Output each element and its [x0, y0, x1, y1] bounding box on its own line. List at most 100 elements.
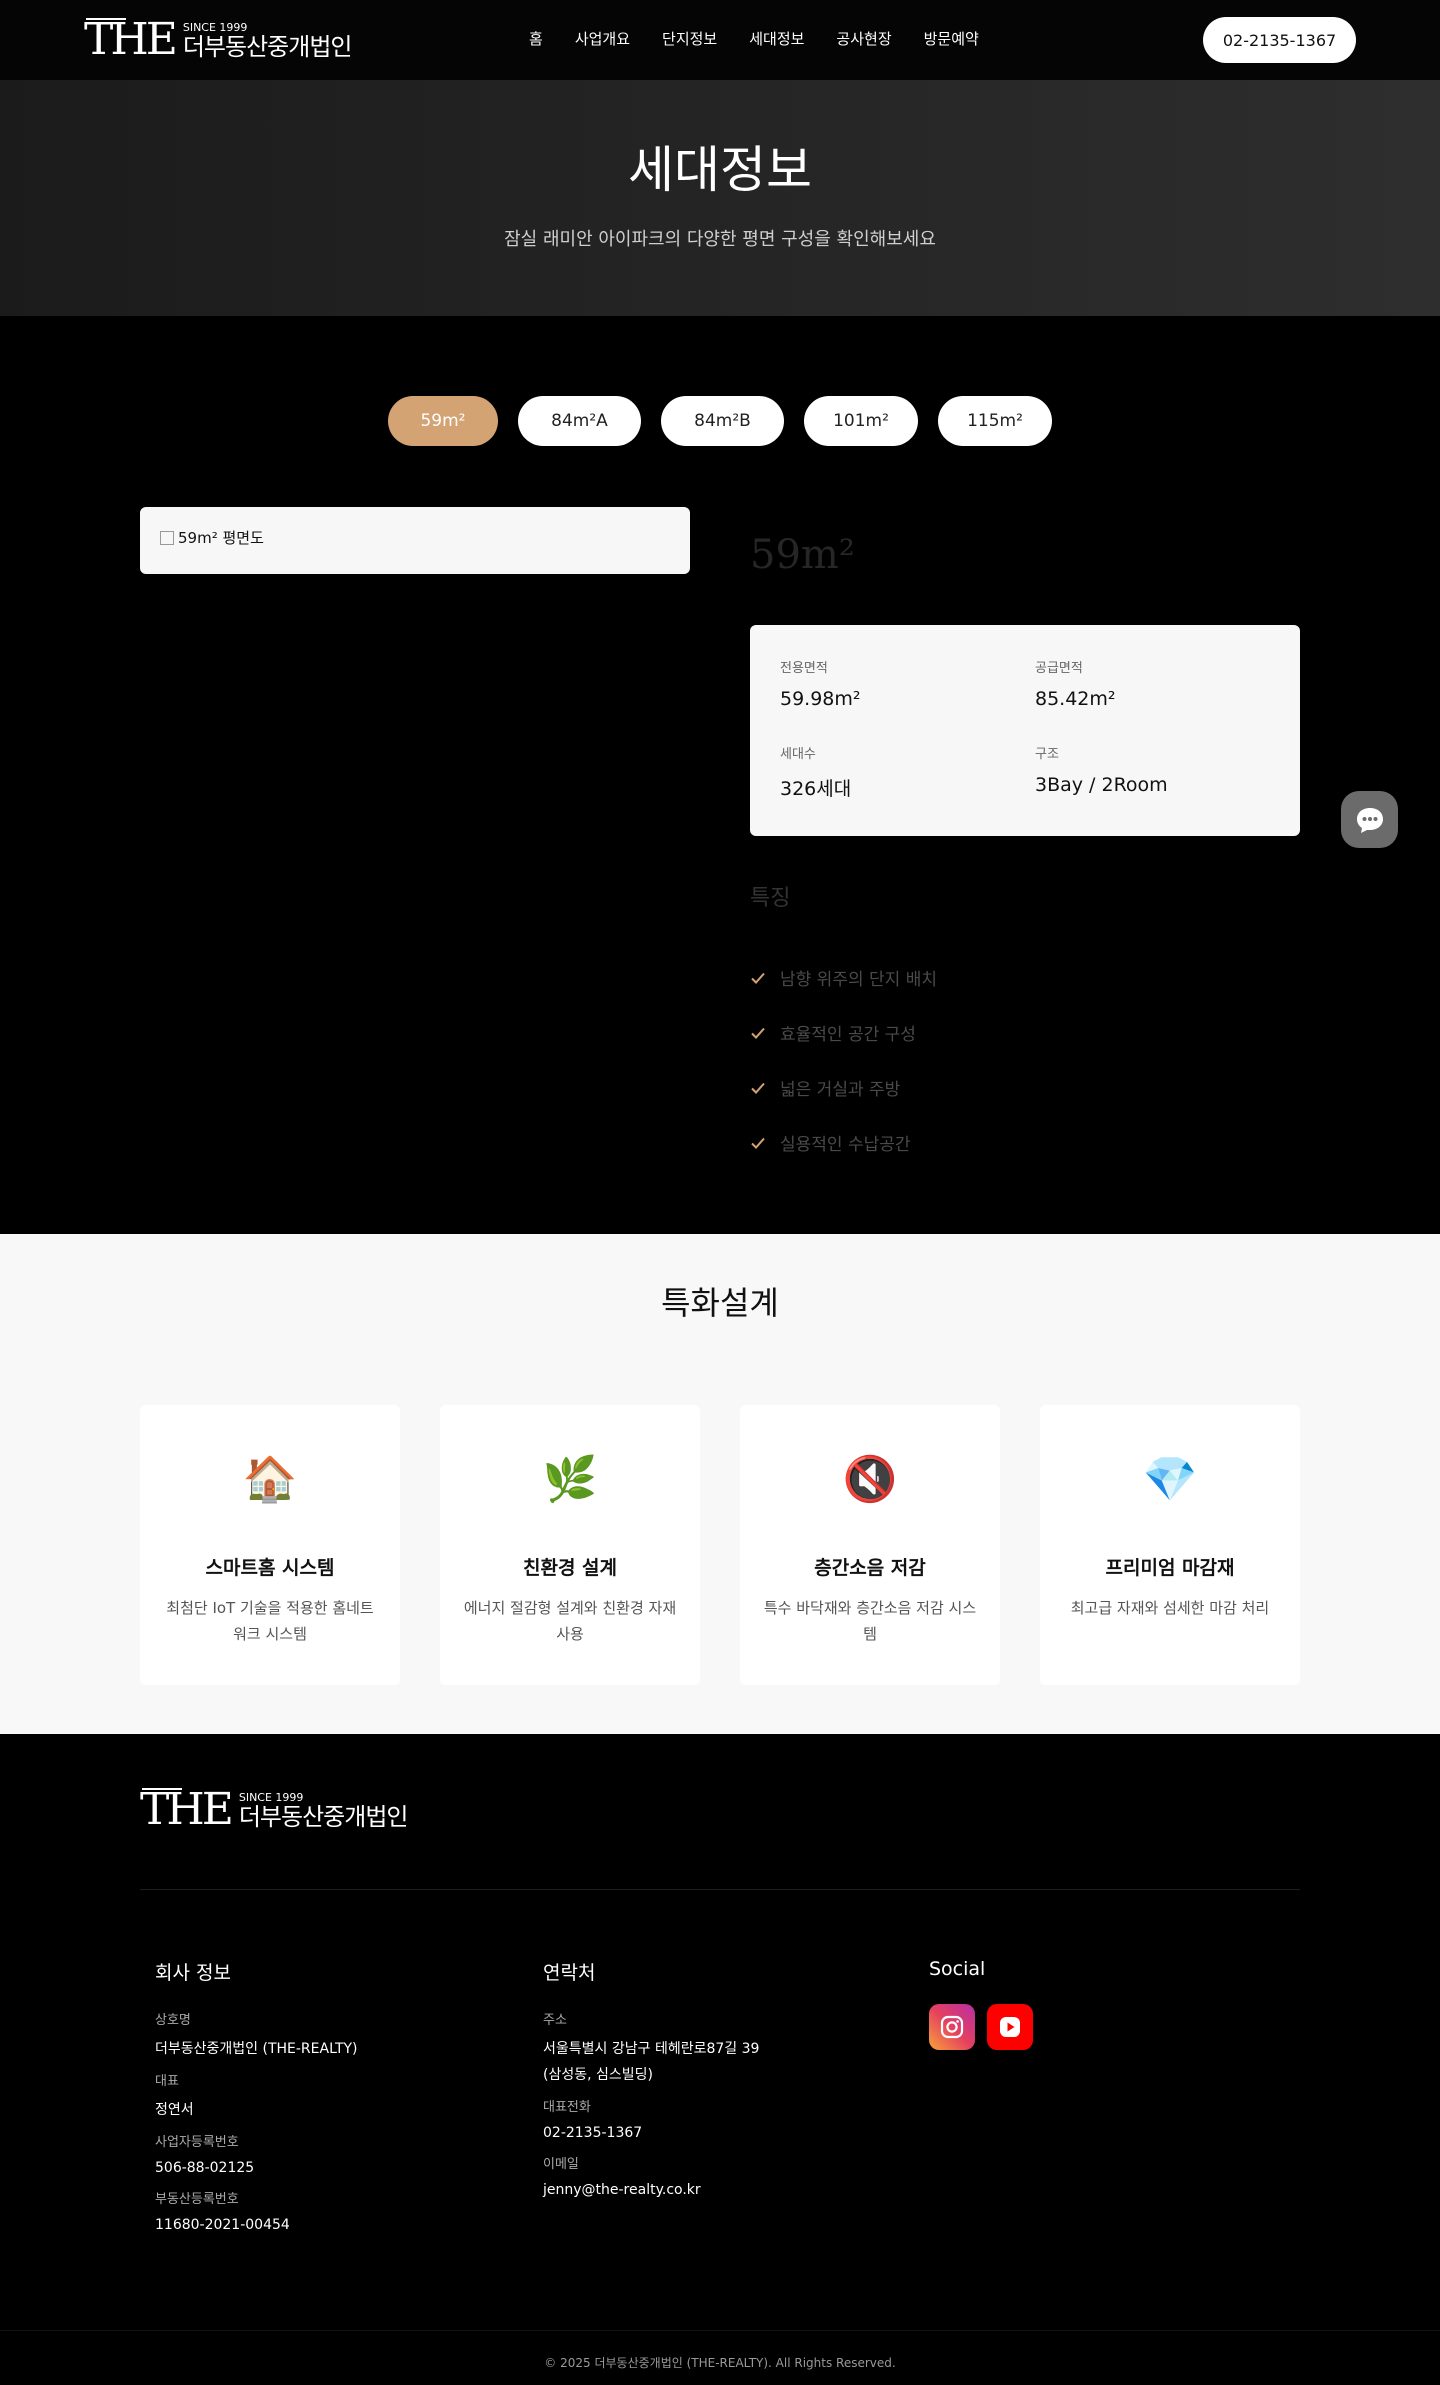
- tel-number[interactable]: 02-2135-1367: [543, 2125, 759, 2141]
- address-line-1: 서울특별시 강남구 테헤란로87길 39: [543, 2041, 760, 2057]
- floor-plan-alt: 59m² 평면도: [178, 529, 264, 547]
- check-icon: [751, 1082, 765, 1094]
- unit-type-title: 59m²: [750, 532, 855, 578]
- nav-construction[interactable]: 공사현장: [836, 28, 891, 49]
- logo[interactable]: THE SINCE 1999 더부동산중개법인: [84, 14, 353, 65]
- spec-value: 59.98m²: [780, 688, 861, 710]
- feature-card-noise: 🔇 층간소음 저감 특수 바닥재와 층간소음 저감 시스템: [740, 1405, 1000, 1685]
- ceo-label: 대표: [155, 2074, 179, 2089]
- tab-115[interactable]: 115m²: [938, 396, 1052, 446]
- feature-text: 실용적인 수납공간: [780, 1135, 911, 1155]
- footer-divider: [140, 1889, 1300, 1890]
- check-icon: [751, 972, 765, 984]
- spec-label: 세대수: [780, 747, 816, 762]
- features-list: 남향 위주의 단지 배치 효율적인 공간 구성 넓은 거실과 주방 실용적인 수…: [750, 950, 937, 1170]
- social-title: Social: [929, 1958, 986, 1980]
- spec-label: 구조: [1035, 747, 1059, 762]
- nav-complex-info[interactable]: 단지정보: [662, 28, 717, 49]
- page-title: 세대정보: [628, 141, 812, 199]
- feature-card-eco: 🌿 친환경 설계 에너지 절감형 설계와 친환경 자재 사용: [440, 1405, 700, 1685]
- tel-label: 대표전화: [543, 2100, 591, 2115]
- logo-mark: THE: [140, 1784, 234, 1835]
- nav-overview[interactable]: 사업개요: [575, 28, 630, 49]
- spec-households: 세대수 326세대: [780, 743, 851, 801]
- spec-value: 85.42m²: [1035, 688, 1116, 710]
- chat-button[interactable]: [1341, 791, 1398, 848]
- spec-label: 공급면적: [1035, 661, 1083, 676]
- card-title: 스마트홈 시스템: [205, 1557, 335, 1579]
- footer-logo[interactable]: THE SINCE 1999 더부동산중개법인: [140, 1784, 409, 1835]
- special-design-title: 특화설계: [661, 1284, 779, 1322]
- logo-name: 더부동산중개법인: [238, 1803, 409, 1831]
- feature-card-smarthome: 🏠 스마트홈 시스템 최첨단 IoT 기술을 적용한 홈네트워크 시스템: [140, 1405, 400, 1685]
- page-subtitle: 잠실 래미안 아이파크의 다양한 평면 구성을 확인해보세요: [504, 229, 936, 250]
- address-label: 주소: [543, 2013, 567, 2028]
- copyright: © 2025 더부동산중개법인 (THE-REALTY). All Rights…: [544, 2356, 896, 2370]
- muted-speaker-icon: 🔇: [842, 1454, 898, 1505]
- card-description: 특수 바닥재와 층간소음 저감 시스템: [763, 1599, 977, 1643]
- youtube-icon[interactable]: [987, 2004, 1033, 2050]
- special-design-section: 특화설계 🏠 스마트홈 시스템 최첨단 IoT 기술을 적용한 홈네트워크 시스…: [0, 1234, 1440, 1734]
- business-number-label: 사업자등록번호: [155, 2135, 239, 2150]
- gem-icon: 💎: [1142, 1454, 1198, 1505]
- feature-item: 남향 위주의 단지 배치: [750, 950, 937, 1005]
- footer-bottom-divider: [0, 2330, 1440, 2331]
- broken-image-icon: [160, 531, 174, 545]
- ceo-name: 정연서: [155, 2102, 194, 2118]
- phone-button[interactable]: 02-2135-1367: [1203, 17, 1356, 63]
- logo-name: 더부동산중개법인: [182, 33, 353, 61]
- tab-59[interactable]: 59m²: [388, 396, 498, 446]
- contact-title: 연락처: [543, 1962, 596, 1984]
- logo-mark: THE: [84, 14, 178, 65]
- card-title: 층간소음 저감: [814, 1557, 926, 1579]
- tab-101[interactable]: 101m²: [804, 396, 918, 446]
- email-label: 이메일: [543, 2157, 579, 2172]
- realty-number-label: 부동산등록번호: [155, 2192, 239, 2207]
- instagram-icon[interactable]: [929, 2004, 975, 2050]
- feature-item: 실용적인 수납공간: [750, 1115, 937, 1170]
- herb-icon: 🌿: [542, 1454, 598, 1505]
- spec-card: 전용면적 59.98m² 공급면적 85.42m² 세대수 326세대 구조 3…: [750, 625, 1300, 836]
- spec-structure: 구조 3Bay / 2Room: [1035, 743, 1168, 796]
- feature-text: 남향 위주의 단지 배치: [780, 970, 937, 990]
- page-hero: 세대정보 잠실 래미안 아이파크의 다양한 평면 구성을 확인해보세요: [0, 80, 1440, 316]
- company-name-label: 상호명: [155, 2013, 191, 2028]
- card-description: 최고급 자재와 섬세한 마감 처리: [1070, 1599, 1270, 1617]
- card-title: 프리미엄 마감재: [1105, 1557, 1235, 1579]
- social-links: Social: [929, 1958, 1033, 2050]
- feature-item: 효율적인 공간 구성: [750, 1005, 937, 1060]
- email-link[interactable]: jenny@the-realty.co.kr: [543, 2182, 759, 2198]
- contact-info: 연락처 주소 서울특별시 강남구 테헤란로87길 39 (삼성동, 심스빌딩) …: [543, 1958, 759, 2210]
- nav-home[interactable]: 홈: [529, 28, 543, 49]
- spec-supply-area: 공급면적 85.42m²: [1035, 657, 1116, 710]
- features-title: 특징: [750, 886, 791, 911]
- company-info: 회사 정보 상호명 더부동산중개법인 (THE-REALTY) 대표 정연서 사…: [155, 1958, 358, 2245]
- card-title: 친환경 설계: [522, 1557, 617, 1579]
- spec-label: 전용면적: [780, 661, 828, 676]
- card-description: 최첨단 IoT 기술을 적용한 홈네트워크 시스템: [166, 1599, 374, 1643]
- house-icon: 🏠: [242, 1454, 298, 1505]
- business-number: 506-88-02125: [155, 2160, 255, 2176]
- feature-item: 넓은 거실과 주방: [750, 1060, 937, 1115]
- feature-card-premium: 💎 프리미엄 마감재 최고급 자재와 섬세한 마감 처리: [1040, 1405, 1300, 1685]
- tab-84b[interactable]: 84m²B: [661, 396, 784, 446]
- site-footer: THE SINCE 1999 더부동산중개법인 회사 정보 상호명 더부동산중개…: [0, 1734, 1440, 2385]
- realty-number: 11680-2021-00454: [155, 2217, 290, 2233]
- site-header: THE SINCE 1999 더부동산중개법인 홈 사업개요 단지정보 세대정보…: [0, 0, 1440, 80]
- address-line-2: (삼성동, 심스빌딩): [543, 2067, 653, 2083]
- chat-bubble-icon: [1356, 807, 1383, 833]
- nav-unit-info[interactable]: 세대정보: [749, 28, 804, 49]
- unit-type-tabs: 59m² 84m²A 84m²B 101m² 115m²: [388, 396, 1072, 446]
- company-name: 더부동산중개법인 (THE-REALTY): [155, 2041, 358, 2057]
- feature-text: 효율적인 공간 구성: [780, 1025, 916, 1045]
- company-info-title: 회사 정보: [155, 1962, 231, 1984]
- spec-exclusive-area: 전용면적 59.98m²: [780, 657, 861, 710]
- nav-visit-booking[interactable]: 방문예약: [924, 28, 979, 49]
- check-icon: [751, 1137, 765, 1149]
- floor-plan-image: 59m² 평면도: [140, 507, 690, 574]
- card-description: 에너지 절감형 설계와 친환경 자재 사용: [463, 1599, 677, 1643]
- main-nav: 홈 사업개요 단지정보 세대정보 공사현장 방문예약: [529, 28, 1011, 49]
- feature-text: 넓은 거실과 주방: [780, 1080, 901, 1100]
- spec-value: 3Bay / 2Room: [1035, 774, 1168, 796]
- tab-84a[interactable]: 84m²A: [518, 396, 641, 446]
